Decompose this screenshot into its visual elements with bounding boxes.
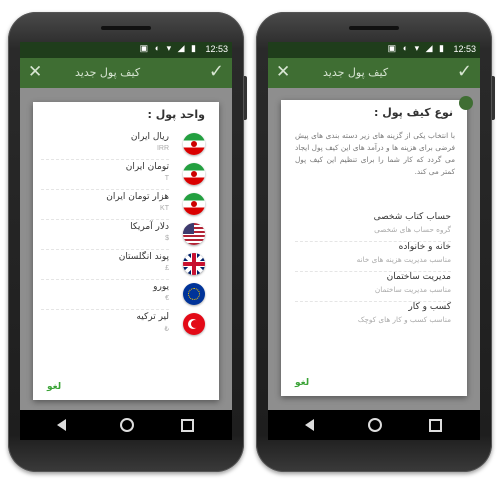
- check-icon[interactable]: ✓: [209, 61, 224, 82]
- currency-code: $: [165, 235, 169, 242]
- dialog-title: واحد پول :: [147, 108, 205, 121]
- currency-item-toman[interactable]: تومان ایران T: [41, 160, 209, 190]
- currency-code: ₺: [164, 326, 169, 333]
- speaker: [101, 26, 151, 30]
- wallet-type-sub: گروه حساب های شخصی: [374, 225, 451, 234]
- currency-code: IRR: [156, 145, 169, 152]
- home-icon[interactable]: [368, 418, 382, 432]
- phone-left: ▣ ◐ ▾ ◢ ▮ 12:53 ✕ کیف پول جدید ✓ واحد پو…: [8, 12, 247, 472]
- nav-bar: [20, 410, 232, 440]
- status-bar: ▣ ◐ ▾ ◢ ▮ 12:53: [268, 42, 480, 58]
- screen-left: ▣ ◐ ▾ ◢ ▮ 12:53 ✕ کیف پول جدید ✓ واحد پو…: [20, 42, 232, 440]
- recent-apps-icon[interactable]: [181, 419, 194, 432]
- status-time: 12:53: [453, 44, 476, 54]
- currency-name: لیر ترکیه: [136, 312, 169, 322]
- app-bar-title: کیف پول جدید: [75, 66, 141, 79]
- back-icon[interactable]: [57, 419, 66, 431]
- iran-flag-icon: [183, 133, 205, 155]
- currency-name: تومان ایران: [125, 162, 169, 172]
- eu-flag-icon: [183, 283, 205, 305]
- wallet-type-name: مدیریت ساختمان: [386, 272, 451, 282]
- nav-bar: [268, 410, 480, 440]
- currency-code: €: [165, 295, 169, 302]
- dialog-title: نوع کیف پول :: [374, 106, 453, 119]
- wallet-type-sub: مناسب مدیریت ساختمان: [374, 285, 451, 294]
- currency-name: یورو: [153, 282, 169, 292]
- cancel-button[interactable]: لغو: [47, 382, 61, 392]
- currency-item-usd[interactable]: دلار آمریکا $: [41, 220, 209, 250]
- screen-right: ▣ ◐ ▾ ◢ ▮ 12:53 ✕ کیف پول جدید ✓ نوع کیف…: [268, 42, 480, 440]
- speaker: [349, 26, 399, 30]
- currency-item-eur[interactable]: یورو €: [41, 280, 209, 310]
- app-bar-title: کیف پول جدید: [323, 66, 389, 79]
- currency-code: T: [164, 175, 169, 182]
- wallet-type-business[interactable]: کسب و کار مناسب کسب و کار های کوچک: [295, 302, 451, 330]
- wallet-type-name: حساب کتاب شخصی: [373, 212, 451, 222]
- currency-code: £: [165, 265, 169, 272]
- status-icons: ▣ ◐ ▾ ◢ ▮: [387, 43, 446, 53]
- wallet-type-name: خانه و خانواده: [398, 242, 451, 252]
- turkey-flag-icon: [183, 313, 205, 335]
- power-button[interactable]: [244, 76, 247, 120]
- wallet-type-dialog: نوع کیف پول : با انتخاب یکی از گزینه های…: [281, 96, 473, 396]
- status-icons: ▣ ◐ ▾ ◢ ▮: [139, 43, 198, 53]
- status-time: 12:53: [205, 44, 228, 54]
- app-bar: ✕ کیف پول جدید ✓: [268, 58, 480, 88]
- wallet-type-sub: مناسب کسب و کار های کوچک: [357, 315, 451, 324]
- check-icon[interactable]: ✓: [457, 61, 472, 82]
- dialog-description: با انتخاب یکی از گزینه های زیر دسته بندی…: [295, 131, 455, 176]
- currency-code: KT: [160, 205, 169, 212]
- cancel-button[interactable]: لغو: [295, 378, 309, 388]
- uk-flag-icon: [183, 253, 205, 275]
- wallet-type-sub: مناسب مدیریت هزینه های خانه: [356, 255, 451, 264]
- wallet-type-building[interactable]: مدیریت ساختمان مناسب مدیریت ساختمان: [295, 272, 451, 302]
- currency-name: دلار آمریکا: [130, 222, 169, 232]
- wallet-type-family[interactable]: خانه و خانواده مناسب مدیریت هزینه های خا…: [295, 242, 451, 272]
- usa-flag-icon: [183, 223, 205, 245]
- close-icon[interactable]: ✕: [28, 62, 42, 82]
- power-button[interactable]: [492, 76, 495, 120]
- status-bar: ▣ ◐ ▾ ◢ ▮ 12:53: [20, 42, 232, 58]
- close-icon[interactable]: ✕: [276, 62, 290, 82]
- wallet-type-name: کسب و کار: [408, 302, 451, 312]
- iran-flag-icon: [183, 193, 205, 215]
- iran-flag-icon: [183, 163, 205, 185]
- recent-apps-icon[interactable]: [429, 419, 442, 432]
- currency-item-gbp[interactable]: پوند انگلستان £: [41, 250, 209, 280]
- currency-name: پوند انگلستان: [118, 252, 169, 262]
- wallet-type-personal[interactable]: حساب کتاب شخصی گروه حساب های شخصی: [295, 212, 451, 242]
- avatar: [459, 96, 473, 110]
- home-icon[interactable]: [120, 418, 134, 432]
- back-icon[interactable]: [305, 419, 314, 431]
- currency-item-irr[interactable]: ریال ایران IRR: [41, 130, 209, 160]
- phone-right: ▣ ◐ ▾ ◢ ▮ 12:53 ✕ کیف پول جدید ✓ نوع کیف…: [256, 12, 495, 472]
- currency-item-try[interactable]: لیر ترکیه ₺: [41, 310, 209, 340]
- currency-item-thousand-toman[interactable]: هزار تومان ایران KT: [41, 190, 209, 220]
- currency-dialog: واحد پول : ریال ایران IRR تومان ایران T …: [33, 102, 219, 400]
- currency-name: هزار تومان ایران: [106, 192, 169, 202]
- app-bar: ✕ کیف پول جدید ✓: [20, 58, 232, 88]
- currency-name: ریال ایران: [130, 132, 169, 142]
